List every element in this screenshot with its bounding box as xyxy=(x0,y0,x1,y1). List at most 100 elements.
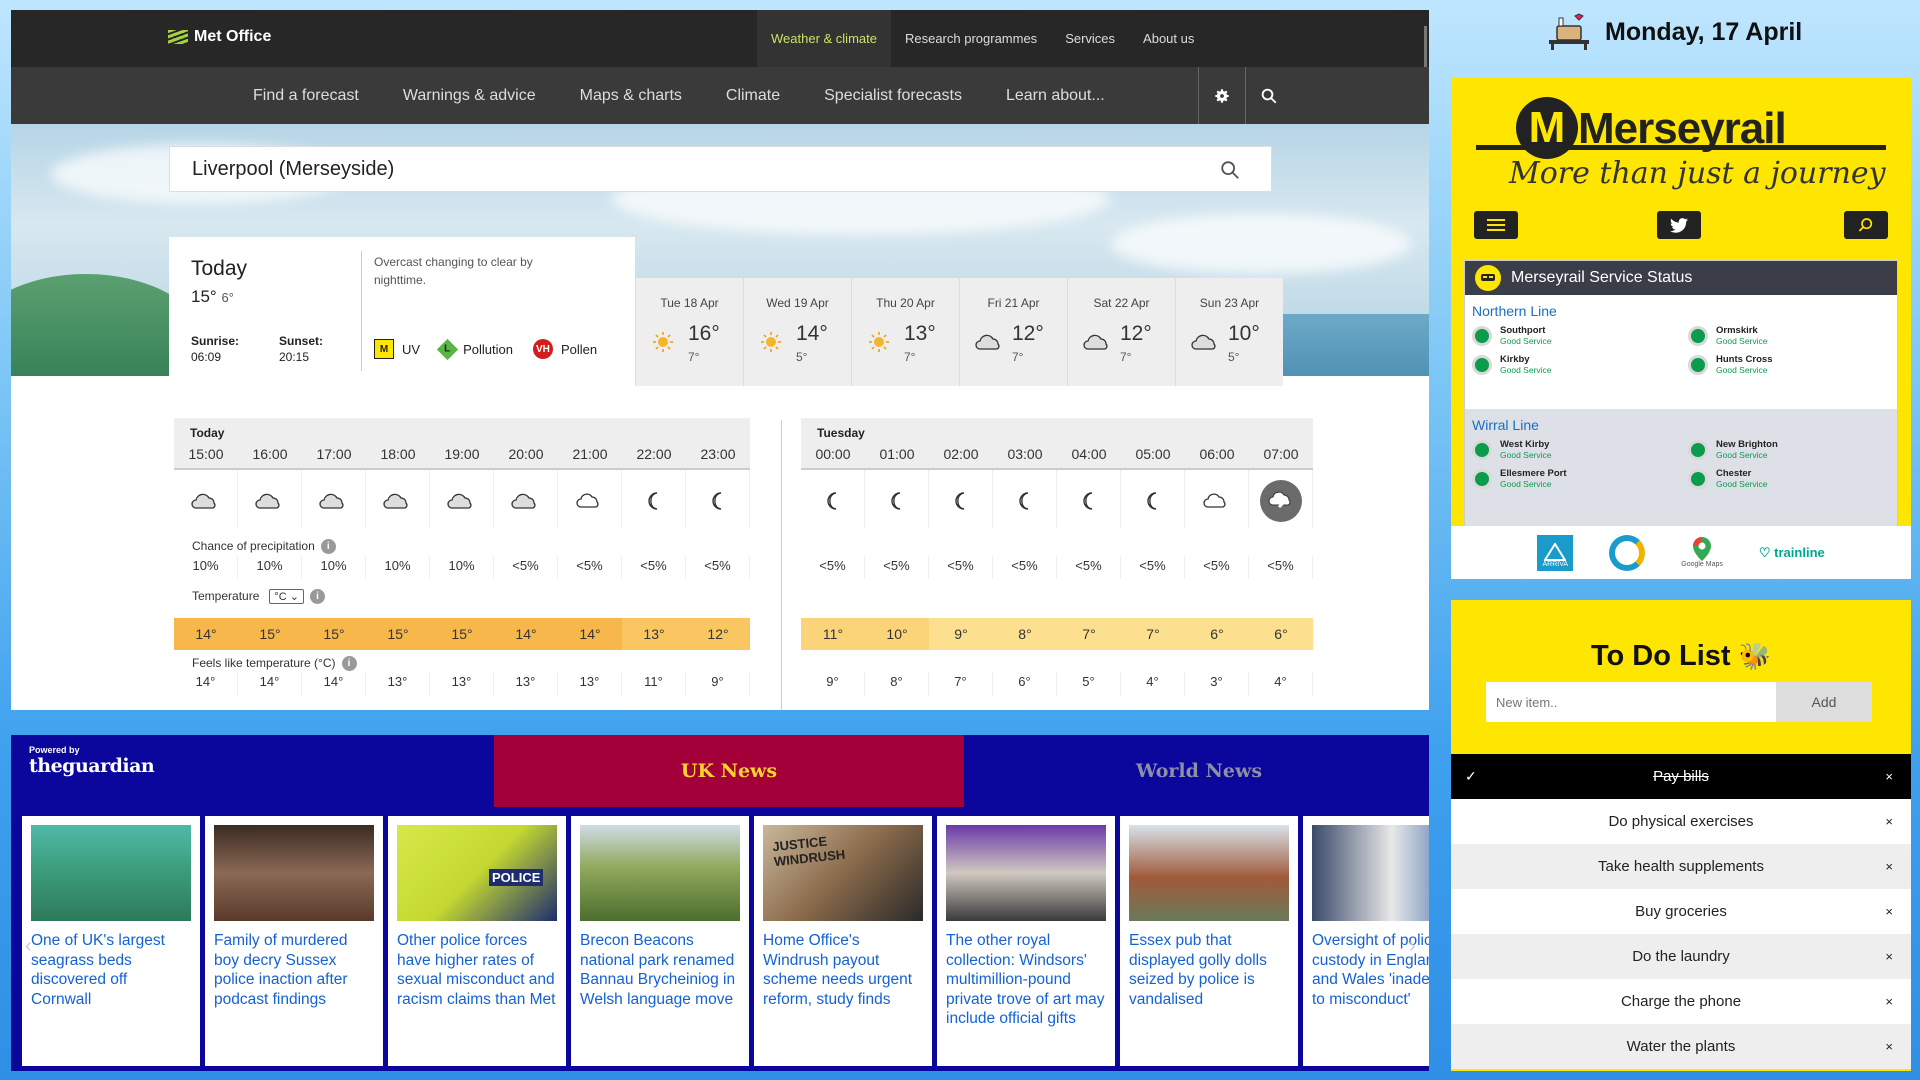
status-indicator xyxy=(1472,325,1492,346)
cloud-icon xyxy=(1191,330,1221,359)
temp-value: 12° xyxy=(686,618,750,650)
todo-item[interactable]: Do the laundry × xyxy=(1451,934,1911,979)
day-forecast-card[interactable]: Tue 18 Apr 16° 7° xyxy=(635,278,743,386)
todo-item[interactable]: Buy groceries × xyxy=(1451,889,1911,934)
pollen-indicator[interactable]: VH Pollen xyxy=(532,339,597,359)
hourly-day-label: Tuesday xyxy=(801,418,1313,442)
delete-item-button[interactable]: × xyxy=(1885,949,1893,964)
news-article-card[interactable]: POLICE Other police forces have higher r… xyxy=(388,816,566,1066)
twitter-button[interactable] xyxy=(1657,211,1701,239)
google-maps-logo[interactable]: Google Maps xyxy=(1681,537,1723,568)
pollution-indicator[interactable]: L Pollution xyxy=(436,338,513,360)
next-hours-button[interactable] xyxy=(1249,470,1313,528)
nav-learn[interactable]: Learn about... xyxy=(984,67,1127,124)
day-low: 7° xyxy=(1012,350,1024,364)
settings-button[interactable] xyxy=(1198,67,1245,124)
search-button[interactable] xyxy=(1844,211,1888,239)
station-status[interactable]: Chester Good Service xyxy=(1688,468,1897,489)
precip-value: <5% xyxy=(929,556,993,578)
trainline-logo[interactable]: ♡ trainline xyxy=(1759,545,1825,561)
info-icon[interactable]: i xyxy=(310,588,325,604)
cloud-icon xyxy=(975,330,1005,359)
sunset: Sunset: 20:15 xyxy=(279,334,324,364)
station-status[interactable]: Ellesmere Port Good Service xyxy=(1472,468,1688,489)
new-item-input[interactable] xyxy=(1486,682,1776,722)
search-icon[interactable] xyxy=(1219,159,1241,181)
uv-indicator[interactable]: M UV xyxy=(374,339,420,359)
day-forecast-card[interactable]: Wed 19 Apr 14° 5° xyxy=(743,278,851,386)
day-label: Fri 21 Apr xyxy=(987,296,1040,310)
news-article-card[interactable]: One of UK's largest seagrass beds discov… xyxy=(22,816,200,1066)
day-forecast-card[interactable]: Fri 21 Apr 12° 7° xyxy=(959,278,1067,386)
topnav-services[interactable]: Services xyxy=(1051,10,1129,67)
temp-value: 13° xyxy=(622,618,686,650)
news-article-card[interactable]: The other royal collection: Windsors' mu… xyxy=(937,816,1115,1066)
article-image xyxy=(580,825,740,921)
temp-label: Temperature xyxy=(192,589,260,603)
day-high: 13° xyxy=(904,322,936,345)
refresh-logo[interactable] xyxy=(1609,534,1646,571)
temp-value: 14° xyxy=(558,618,622,650)
merseyrail-tagline: More than just a journey xyxy=(1509,156,1886,191)
delete-item-button[interactable]: × xyxy=(1885,814,1893,829)
station-status[interactable]: Ormskirk Good Service xyxy=(1688,325,1897,346)
desk-icon xyxy=(1549,13,1589,50)
todo-item[interactable]: ✓ Pay bills × xyxy=(1451,754,1911,799)
day-high: 10° xyxy=(1228,322,1260,345)
delete-item-button[interactable]: × xyxy=(1885,1039,1893,1054)
partly-cloudy-night-icon xyxy=(1185,470,1249,528)
news-article-card[interactable]: Brecon Beacons national park renamed Ban… xyxy=(571,816,749,1066)
article-headline: The other royal collection: Windsors' mu… xyxy=(946,932,1105,1027)
delete-item-button[interactable]: × xyxy=(1885,994,1893,1009)
todo-item[interactable]: Charge the phone × xyxy=(1451,979,1911,1024)
hour-time: 15:00 xyxy=(174,442,238,470)
nav-specialist[interactable]: Specialist forecasts xyxy=(802,67,984,124)
news-article-card[interactable]: Essex pub that displayed golly dolls sei… xyxy=(1120,816,1298,1066)
add-button[interactable]: Add xyxy=(1776,682,1872,722)
tab-world-news[interactable]: World News xyxy=(964,735,1429,807)
nav-warnings[interactable]: Warnings & advice xyxy=(381,67,558,124)
nav-maps[interactable]: Maps & charts xyxy=(558,67,704,124)
unit-select[interactable]: °C ⌄ xyxy=(269,588,304,604)
day-forecast-card[interactable]: Thu 20 Apr 13° 7° xyxy=(851,278,959,386)
menu-button[interactable] xyxy=(1474,211,1518,239)
delete-item-button[interactable]: × xyxy=(1885,904,1893,919)
station-status[interactable]: New Brighton Good Service xyxy=(1688,439,1897,460)
carousel-next-arrow[interactable]: › xyxy=(1409,935,1416,958)
day-forecast-card[interactable]: Sat 22 Apr 12° 7° xyxy=(1067,278,1175,386)
guardian-logo[interactable]: Powered by theguardian xyxy=(29,745,155,777)
search-button[interactable] xyxy=(1245,67,1292,124)
delete-item-button[interactable]: × xyxy=(1885,859,1893,874)
station-status[interactable]: West Kirby Good Service xyxy=(1472,439,1688,460)
feels-value: 9° xyxy=(686,672,750,696)
nav-climate[interactable]: Climate xyxy=(704,67,802,124)
station-status[interactable]: Kirkby Good Service xyxy=(1472,354,1688,375)
info-icon[interactable]: i xyxy=(320,538,336,554)
news-article-card[interactable]: Family of murdered boy decry Sussex poli… xyxy=(205,816,383,1066)
precip-value: 10% xyxy=(302,556,366,578)
precip-value: 10% xyxy=(238,556,302,578)
station-status[interactable]: Hunts Cross Good Service xyxy=(1688,354,1897,375)
feels-value: 13° xyxy=(494,672,558,696)
topnav-weather-climate[interactable]: Weather & climate xyxy=(757,10,891,67)
location-search-input[interactable]: Liverpool (Merseyside) xyxy=(169,146,1272,192)
arriva-logo[interactable]: ARRIVA xyxy=(1537,534,1574,571)
todo-item[interactable]: Do physical exercises × xyxy=(1451,799,1911,844)
todo-item[interactable]: Water the plants × xyxy=(1451,1024,1911,1069)
delete-item-button[interactable]: × xyxy=(1885,769,1893,784)
met-office-logo[interactable]: Met Office xyxy=(168,28,271,46)
carousel-prev-arrow[interactable]: ‹ xyxy=(25,935,32,958)
moon-icon xyxy=(1121,470,1185,528)
todo-item[interactable]: Take health supplements × xyxy=(1451,844,1911,889)
station-status[interactable]: Southport Good Service xyxy=(1472,325,1688,346)
nav-find-forecast[interactable]: Find a forecast xyxy=(231,67,381,124)
precip-value: <5% xyxy=(622,556,686,578)
topnav-about[interactable]: About us xyxy=(1129,10,1208,67)
news-article-card[interactable]: JUSTICE WINDRUSH Home Office's Windrush … xyxy=(754,816,932,1066)
tab-uk-news[interactable]: UK News xyxy=(494,735,964,807)
topnav-research[interactable]: Research programmes xyxy=(891,10,1051,67)
day-high: 12° xyxy=(1012,322,1044,345)
day-forecast-card[interactable]: Sun 23 Apr 10° 5° xyxy=(1175,278,1283,386)
article-headline: Brecon Beacons national park renamed Ban… xyxy=(580,932,736,1008)
info-icon[interactable]: i xyxy=(341,655,357,671)
